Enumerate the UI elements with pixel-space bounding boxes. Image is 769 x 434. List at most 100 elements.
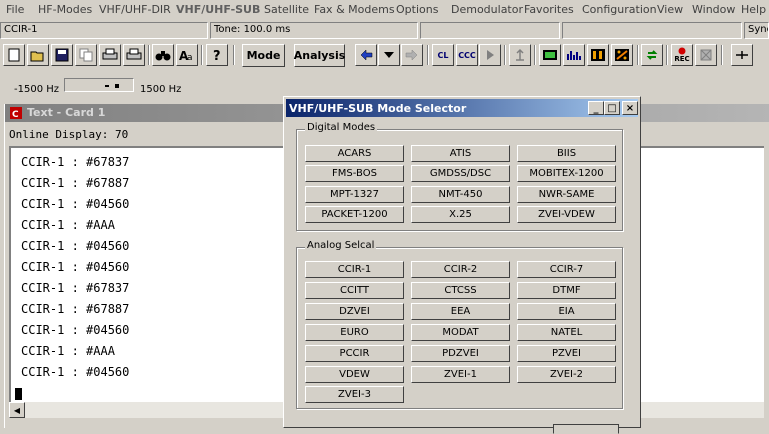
hz-min-label: -1500 Hz — [14, 84, 60, 95]
mode-button-vdew[interactable]: VDEW — [305, 366, 404, 383]
menu-demodulator[interactable]: Demodulator — [451, 3, 523, 16]
toolbar-separator — [201, 45, 203, 65]
fft-icon[interactable] — [563, 44, 585, 66]
text-line: CCIR-1 : #67837 — [21, 155, 130, 169]
mode-button-ccitt[interactable]: CCITT — [305, 282, 404, 299]
dialog-ok-button-partial[interactable] — [553, 424, 619, 434]
mode-button-pdzvei[interactable]: PDZVEI — [411, 345, 510, 362]
menu-vhf-uhf-dir[interactable]: VHF/UHF-DIR — [99, 3, 171, 16]
mode-button-ccir-1[interactable]: CCIR-1 — [305, 261, 404, 278]
mode-button-biis[interactable]: BIIS — [517, 145, 616, 162]
display-icon[interactable] — [539, 44, 561, 66]
chevron-down-icon[interactable] — [378, 44, 400, 66]
mode-button-eia[interactable]: EIA — [517, 303, 616, 320]
maximize-icon[interactable]: □ — [604, 101, 620, 115]
analog-selcal-group: Analog Selcal CCIR-1 CCIR-2 CCIR-7 CCITT… — [296, 240, 623, 409]
mode-button-fms-bos[interactable]: FMS-BOS — [305, 165, 404, 182]
tuning-slider[interactable] — [64, 78, 134, 92]
mode-button-ctcss[interactable]: CTCSS — [411, 282, 510, 299]
help-icon[interactable]: ? — [206, 44, 228, 66]
mode-button-zvei-3[interactable]: ZVEI-3 — [305, 386, 404, 403]
arrow-right-icon[interactable] — [401, 44, 423, 66]
mode-button-natel[interactable]: NATEL — [517, 324, 616, 341]
waterfall-icon[interactable] — [587, 44, 609, 66]
mode-button-dzvei[interactable]: DZVEI — [305, 303, 404, 320]
new-file-icon[interactable] — [3, 44, 25, 66]
save-icon[interactable] — [51, 44, 73, 66]
play-icon[interactable] — [479, 44, 501, 66]
toolbar-separator — [504, 45, 506, 65]
clear-label: CL — [437, 50, 449, 60]
mode-button-eea[interactable]: EEA — [411, 303, 510, 320]
online-display-label: Online Display: 70 — [9, 128, 129, 141]
hz-max-label: 1500 Hz — [140, 84, 182, 95]
mode-button[interactable]: Mode — [242, 44, 285, 67]
mode-button-pccir[interactable]: PCCIR — [305, 345, 404, 362]
mode-button-euro[interactable]: EURO — [305, 324, 404, 341]
mode-button-gmdss-dsc[interactable]: GMDSS/DSC — [411, 165, 510, 182]
mode-button-nmt-450[interactable]: NMT-450 — [411, 186, 510, 203]
menu-view[interactable]: View — [657, 3, 683, 16]
text-line: CCIR-1 : #04560 — [21, 260, 130, 274]
stop-icon[interactable] — [695, 44, 717, 66]
mode-button-mpt-1327[interactable]: MPT-1327 — [305, 186, 404, 203]
scroll-left-icon[interactable]: ◀ — [9, 402, 25, 418]
menu-bar: File HF-Modes VHF/UHF-DIR VHF/UHF-SUB Sa… — [0, 0, 769, 20]
mode-button-modat[interactable]: MODAT — [411, 324, 510, 341]
print-preview-icon[interactable] — [123, 44, 145, 66]
text-format-icon[interactable]: Aa — [176, 44, 198, 66]
menu-file[interactable]: File — [6, 3, 24, 16]
analysis-button[interactable]: Analysis — [294, 44, 345, 67]
mode-status-field: CCIR-1 — [0, 22, 208, 39]
close-icon[interactable]: × — [622, 101, 638, 115]
mode-button-pzvei[interactable]: PZVEI — [517, 345, 616, 362]
menu-configuration[interactable]: Configuration — [582, 3, 657, 16]
mode-button-ccir-2[interactable]: CCIR-2 — [411, 261, 510, 278]
text-line: CCIR-1 : #AAA — [21, 218, 115, 232]
toolbar-separator — [148, 45, 150, 65]
refresh-icon[interactable] — [641, 44, 663, 66]
svg-text:?: ? — [213, 49, 221, 62]
binoculars-icon[interactable] — [152, 44, 174, 66]
menu-vhf-uhf-sub[interactable]: VHF/UHF-SUB — [176, 3, 260, 16]
menu-help[interactable]: Help — [741, 3, 766, 16]
clear-icon[interactable]: CL — [432, 44, 454, 66]
mode-button-atis[interactable]: ATIS — [411, 145, 510, 162]
mode-button-zvei-1[interactable]: ZVEI-1 — [411, 366, 510, 383]
empty-status-field-2 — [562, 22, 742, 39]
tone-status-field: Tone: 100.0 ms — [210, 22, 418, 39]
mode-button-acars[interactable]: ACARS — [305, 145, 404, 162]
text-cursor — [15, 388, 22, 400]
arrow-left-icon[interactable] — [355, 44, 377, 66]
mode-button-mobitex-1200[interactable]: MOBITEX-1200 — [517, 165, 616, 182]
sync-status-field: Sync — [744, 22, 769, 39]
toolbar-separator — [427, 45, 429, 65]
menu-satellite[interactable]: Satellite — [264, 3, 309, 16]
mode-button-x25[interactable]: X.25 — [411, 206, 510, 223]
menu-window[interactable]: Window — [692, 3, 735, 16]
tuning-cross-icon[interactable] — [731, 44, 753, 66]
slider-thumb[interactable] — [115, 84, 119, 88]
record-icon[interactable]: REC — [671, 44, 693, 66]
mode-button-nwr-same[interactable]: NWR-SAME — [517, 186, 616, 203]
mode-button-dtmf[interactable]: DTMF — [517, 282, 616, 299]
mode-button-ccir-7[interactable]: CCIR-7 — [517, 261, 616, 278]
menu-hf-modes[interactable]: HF-Modes — [38, 3, 92, 16]
mode-button-packet-1200[interactable]: PACKET-1200 — [305, 206, 404, 223]
toolbar-separator — [637, 45, 639, 65]
menu-fax-modems[interactable]: Fax & Modems — [314, 3, 395, 16]
text-line: CCIR-1 : #67887 — [21, 176, 130, 190]
antenna-icon[interactable] — [509, 44, 531, 66]
minimize-icon[interactable]: _ — [588, 101, 604, 115]
toolbar-separator — [721, 45, 723, 65]
mode-button-zvei-vdew[interactable]: ZVEI-VDEW — [517, 206, 616, 223]
ccc-icon[interactable]: CCC — [456, 44, 478, 66]
copy-icon[interactable] — [75, 44, 97, 66]
menu-favorites[interactable]: Favorites — [524, 3, 574, 16]
menu-options[interactable]: Options — [396, 3, 438, 16]
card-app-icon: C — [10, 107, 22, 120]
constellation-icon[interactable] — [611, 44, 633, 66]
print-icon[interactable] — [99, 44, 121, 66]
mode-button-zvei-2[interactable]: ZVEI-2 — [517, 366, 616, 383]
open-folder-icon[interactable] — [27, 44, 49, 66]
